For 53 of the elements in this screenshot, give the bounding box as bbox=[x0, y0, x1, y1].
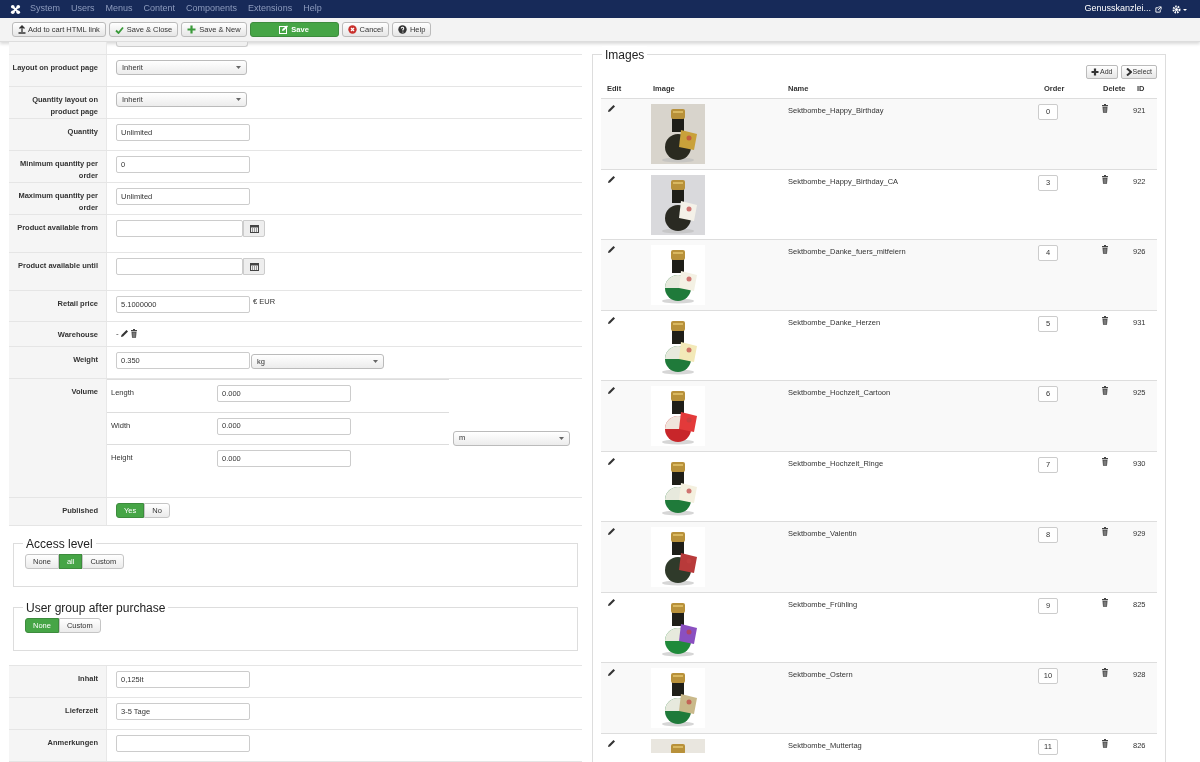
edit-icon[interactable] bbox=[607, 527, 616, 536]
check-icon bbox=[114, 25, 124, 34]
menu-item[interactable]: Content bbox=[143, 2, 176, 16]
caret-icon bbox=[373, 360, 378, 363]
caret-icon bbox=[559, 436, 564, 440]
edit-icon[interactable] bbox=[607, 104, 616, 113]
menu-item[interactable]: Users bbox=[71, 2, 95, 16]
edit-icon bbox=[279, 25, 289, 34]
cancel-icon bbox=[347, 25, 357, 34]
edit-icon[interactable] bbox=[607, 597, 616, 607]
delete-icon[interactable] bbox=[1101, 527, 1109, 536]
delete-icon[interactable] bbox=[1101, 315, 1109, 325]
caret-icon bbox=[236, 98, 241, 101]
caret-icon bbox=[236, 66, 241, 69]
external-link-icon[interactable] bbox=[1155, 5, 1162, 13]
menu-item[interactable]: Components bbox=[186, 2, 238, 16]
date-field[interactable] bbox=[116, 258, 243, 275]
menu-item[interactable]: Help bbox=[303, 2, 322, 16]
edit-icon[interactable] bbox=[607, 315, 616, 325]
settings-icon[interactable] bbox=[1172, 4, 1188, 14]
chevron-icon bbox=[1125, 68, 1132, 76]
menu-item[interactable]: Menus bbox=[105, 2, 133, 16]
delete-icon[interactable] bbox=[1101, 386, 1109, 395]
select-field[interactable] bbox=[116, 42, 248, 47]
plus-icon bbox=[187, 25, 197, 34]
date-field[interactable] bbox=[116, 220, 243, 237]
delete-icon[interactable] bbox=[1101, 456, 1109, 466]
calendar-icon bbox=[249, 224, 259, 233]
menu-item[interactable]: Extensions bbox=[248, 2, 293, 16]
site-link[interactable]: Genusskanzlei... bbox=[1084, 2, 1151, 16]
help-icon bbox=[397, 25, 407, 34]
delete-icon[interactable] bbox=[1101, 174, 1109, 184]
menu-item[interactable]: System bbox=[30, 2, 60, 16]
trash-icon[interactable] bbox=[129, 329, 138, 338]
edit-icon[interactable] bbox=[607, 386, 616, 395]
edit-icon[interactable] bbox=[607, 738, 616, 748]
edit-icon[interactable] bbox=[607, 245, 616, 254]
delete-icon[interactable] bbox=[1101, 245, 1109, 254]
upload-icon bbox=[18, 25, 26, 34]
delete-icon[interactable] bbox=[1101, 104, 1109, 113]
delete-icon[interactable] bbox=[1101, 738, 1109, 748]
edit-icon[interactable] bbox=[607, 668, 616, 677]
delete-icon[interactable] bbox=[1101, 597, 1109, 607]
text-field[interactable] bbox=[116, 735, 250, 752]
calendar-icon bbox=[249, 262, 259, 271]
calendar-button[interactable] bbox=[243, 220, 265, 237]
plus-icon bbox=[1091, 68, 1100, 76]
calendar-button[interactable] bbox=[243, 258, 265, 275]
edit-icon[interactable] bbox=[607, 456, 616, 466]
delete-icon[interactable] bbox=[1101, 668, 1109, 677]
warehouse-value: - bbox=[116, 329, 119, 338]
pencil-icon[interactable] bbox=[119, 329, 129, 338]
edit-icon[interactable] bbox=[607, 174, 616, 184]
